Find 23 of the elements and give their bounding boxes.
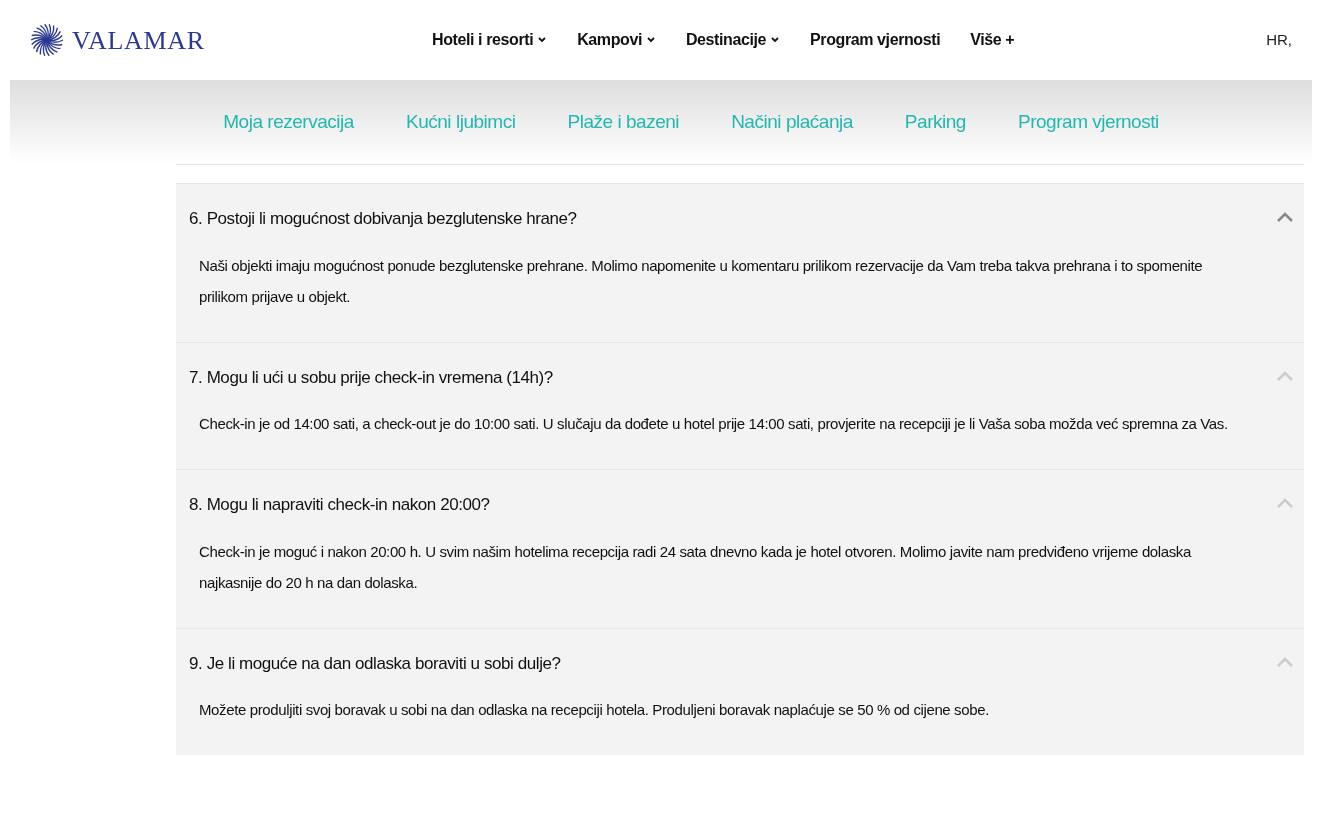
faq-answer: Check-in je moguć i nakon 20:00 h. U svim našim hotelima recepcija radi 24 sata dnevno kada je hotel otvoren. Molimo javite nam predviđeno vrijeme dolaska najkasnije do 20 h na dan dolaska. [199, 541, 1193, 593]
nav-link[interactable]: Hoteli i resorti [432, 28, 548, 52]
faq-answer: Check-in je od 14:00 sati, a check-out je do 10:00 sati. U slučaju da dođete u hotel prije 14:00 sati, provjerite na recepciji je li Vaša soba možda već spremna za Vas. [199, 414, 1229, 434]
faq-question[interactable]: 8. Mogu li napraviti check-in nakon 20:00? [189, 492, 490, 518]
faq-question[interactable]: 7. Mogu li ući u sobu prije check-in vremena (14h)? [189, 364, 553, 390]
nav-link[interactable]: Program vjernosti [810, 28, 941, 52]
nav-link[interactable]: Kampovi [577, 28, 656, 52]
faq-question[interactable]: 6. Postoji li mogućnost dobivanja bezglutenske hrane? [189, 206, 577, 232]
chevron-down-icon [770, 36, 781, 44]
faq-answer: Naši objekti imaju mogućnost ponude bezglutenske prehrane. Molimo napomenite u komentaru prilikom rezervacije da Vam treba takva prehrana i to spomenite prilikom prijave u objekt. [199, 255, 1204, 307]
nav-link[interactable]: Destinacije [685, 28, 781, 52]
chevron-up-icon[interactable] [1276, 497, 1294, 509]
chevron-down-icon [537, 36, 548, 44]
logo-icon [30, 23, 64, 57]
chevron-up-icon[interactable] [1276, 655, 1294, 668]
nav-link[interactable]: Više + [970, 28, 1015, 52]
language-selector[interactable]: HR, [1266, 28, 1292, 52]
chevron-up-icon[interactable] [1276, 369, 1294, 382]
chevron-up-icon[interactable] [1276, 211, 1294, 223]
logo-wordmark[interactable]: VALAMAR [72, 20, 205, 60]
faq-question[interactable]: 9. Je li moguće na dan odlaska boraviti u sobi dulje? [189, 650, 561, 676]
chevron-down-icon [645, 36, 656, 44]
faq-answer: Možete produljiti svoj boravak u sobi na dan odlaska na recepciji hotela. Produljeni boravak naplaćuje se 50 % od cijene sobe. [199, 700, 990, 720]
